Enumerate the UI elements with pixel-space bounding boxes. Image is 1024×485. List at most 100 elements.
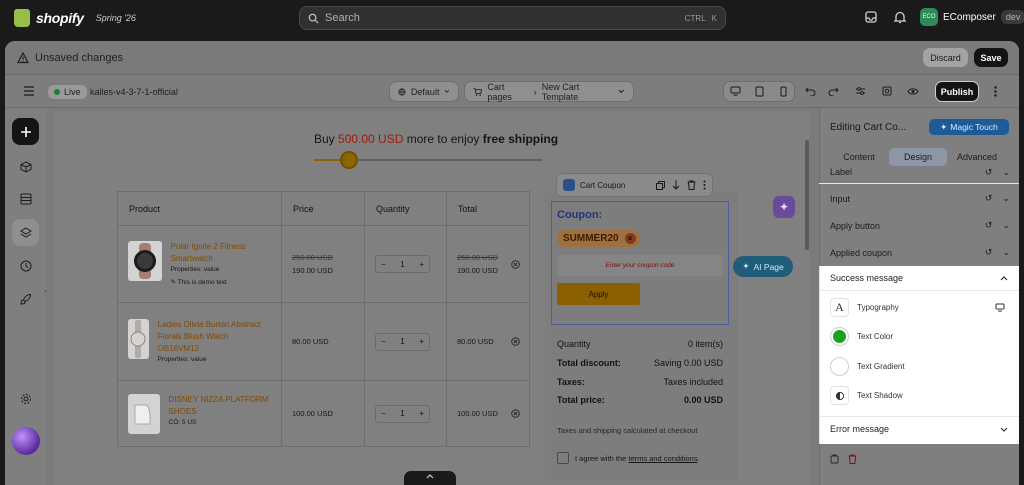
quantity-stepper[interactable]: − 1 + [375,404,430,423]
chevron-down-icon[interactable]: ⌄ [1002,247,1010,258]
chevron-down-icon[interactable]: ⌄ [1002,167,1010,177]
bell-icon[interactable] [893,10,909,26]
chevron-down-icon[interactable]: ⌄ [1002,193,1010,204]
decrement-button[interactable]: − [381,260,386,269]
product-name[interactable]: DISNEY NIZZA PLATFORM SHOES [169,394,271,418]
product-name[interactable]: Polar Ignite 2 Fitness Smartwatch [171,241,271,265]
error-message-title: Error message [830,424,890,434]
save-button[interactable]: Save [974,48,1008,67]
reset-icon[interactable]: ↺ [985,220,993,231]
applied-coupon-chip[interactable]: SUMMER20 × [557,230,640,247]
increment-button[interactable]: + [419,409,424,418]
element-toolbar: Cart Coupon [556,173,713,197]
trash-icon[interactable] [687,180,696,190]
rocket-icon[interactable] [12,285,39,312]
ai-page-button[interactable]: ✦ AI Page [733,256,793,277]
typography-setting[interactable]: A Typography [830,298,899,317]
quantity-stepper[interactable]: − 1 + [375,332,430,351]
desktop-icon[interactable] [995,303,1005,312]
shipping-amount: 500.00 USD [338,132,404,146]
inbox-icon[interactable] [864,10,880,26]
assistant-orb-icon[interactable] [12,427,40,455]
apply-coupon-button[interactable]: Apply [557,283,640,305]
copy-style-icon[interactable] [830,454,839,464]
search-input[interactable]: Search CTRL K [299,6,726,30]
theme-name[interactable]: kalles-v4-3-7-1-official [90,87,178,97]
canvas-scrollbar[interactable] [805,140,809,250]
trash-icon[interactable] [848,454,857,464]
duplicate-icon[interactable] [656,180,665,190]
gear-icon[interactable] [12,385,39,412]
publish-button[interactable]: Publish [935,81,979,102]
template-select[interactable]: Cart pages › New Cart Template [464,81,634,102]
add-element-button[interactable] [12,118,39,145]
menu-icon[interactable] [19,81,39,101]
section-apply-button[interactable]: Apply button ↺ ⌄ [830,220,1010,231]
column-header: Total [446,191,530,226]
preview-eye-icon[interactable] [903,81,923,101]
store-name: EComposer [943,11,996,23]
product-name[interactable]: Ladies Olivia Burton Abstract Florals Bl… [158,319,271,355]
section-label[interactable]: Label ↺ ⌄ [830,167,1010,177]
locale-select[interactable]: Default [389,81,459,102]
product-image[interactable] [128,240,162,281]
tab-content[interactable]: Content [830,148,888,166]
magic-touch-button[interactable]: ✦ Magic Touch [929,119,1009,135]
product-image[interactable] [128,318,149,359]
success-message-header[interactable]: Success message [830,273,1008,283]
inspect-icon[interactable] [877,81,897,101]
shadow-icon [830,386,849,405]
terms-checkbox[interactable] [557,452,569,464]
chevron-down-icon[interactable]: ⌄ [1002,220,1010,231]
summary-label: Total discount: [557,358,621,368]
store-switcher[interactable]: ECO EComposer dev [920,8,1024,26]
coupon-input[interactable]: Enter your coupon code [557,255,723,276]
mobile-icon[interactable] [773,81,793,101]
terms-agreement: I agree with the terms and conditions. [557,452,700,464]
move-down-icon[interactable] [672,180,680,190]
chevron-up-icon[interactable] [1000,275,1008,281]
text-color-setting[interactable]: Text Color [830,327,893,346]
tab-design[interactable]: Design [889,148,947,166]
reset-icon[interactable]: ↺ [985,247,993,258]
increment-button[interactable]: + [419,337,424,346]
layout-list-icon[interactable] [12,185,39,212]
ai-sparkle-button[interactable]: ✦ [773,196,795,218]
chevron-down-icon[interactable] [1000,427,1008,432]
reset-icon[interactable]: ↺ [985,193,993,204]
discard-button[interactable]: Discard [923,48,968,67]
undo-icon[interactable] [800,81,820,101]
more-vertical-icon[interactable] [703,180,706,190]
section-input[interactable]: Input ↺ ⌄ [830,193,1010,204]
checkout-note: Taxes and shipping calculated at checkou… [557,426,698,435]
remove-item-icon[interactable] [511,337,520,346]
reset-icon[interactable]: ↺ [985,167,993,177]
quantity-stepper[interactable]: − 1 + [375,255,430,273]
layers-icon[interactable] [12,219,39,246]
increment-button[interactable]: + [419,260,424,269]
text-gradient-setting[interactable]: Text Gradient [830,357,905,376]
sections-icon[interactable] [12,153,39,180]
section-applied-coupon[interactable]: Applied coupon ↺ ⌄ [830,247,1010,258]
terms-link[interactable]: terms and conditions [628,454,697,463]
remove-item-icon[interactable] [511,260,520,269]
remove-item-icon[interactable] [511,409,520,418]
decrement-button[interactable]: − [381,409,386,418]
remove-coupon-icon[interactable]: × [624,233,636,244]
decrement-button[interactable]: − [381,337,386,346]
tablet-icon[interactable] [749,81,769,101]
redo-icon[interactable] [823,81,843,101]
tab-advanced[interactable]: Advanced [948,148,1006,166]
element-label[interactable]: Cart Coupon [580,181,625,190]
text-shadow-setting[interactable]: Text Shadow [830,386,903,405]
settings-sliders-icon[interactable] [850,81,870,101]
error-message-header[interactable]: Error message [830,424,1008,434]
column-header: Price [281,191,365,226]
product-image[interactable] [128,393,160,434]
history-clock-icon[interactable] [12,252,39,279]
collapse-bottom-tab[interactable] [404,471,456,485]
shopify-logo[interactable]: shopify Spring '26 [14,9,136,27]
more-vertical-icon[interactable] [985,81,1005,101]
breadcrumb-separator-icon: › [533,86,537,97]
desktop-icon[interactable] [725,81,745,101]
